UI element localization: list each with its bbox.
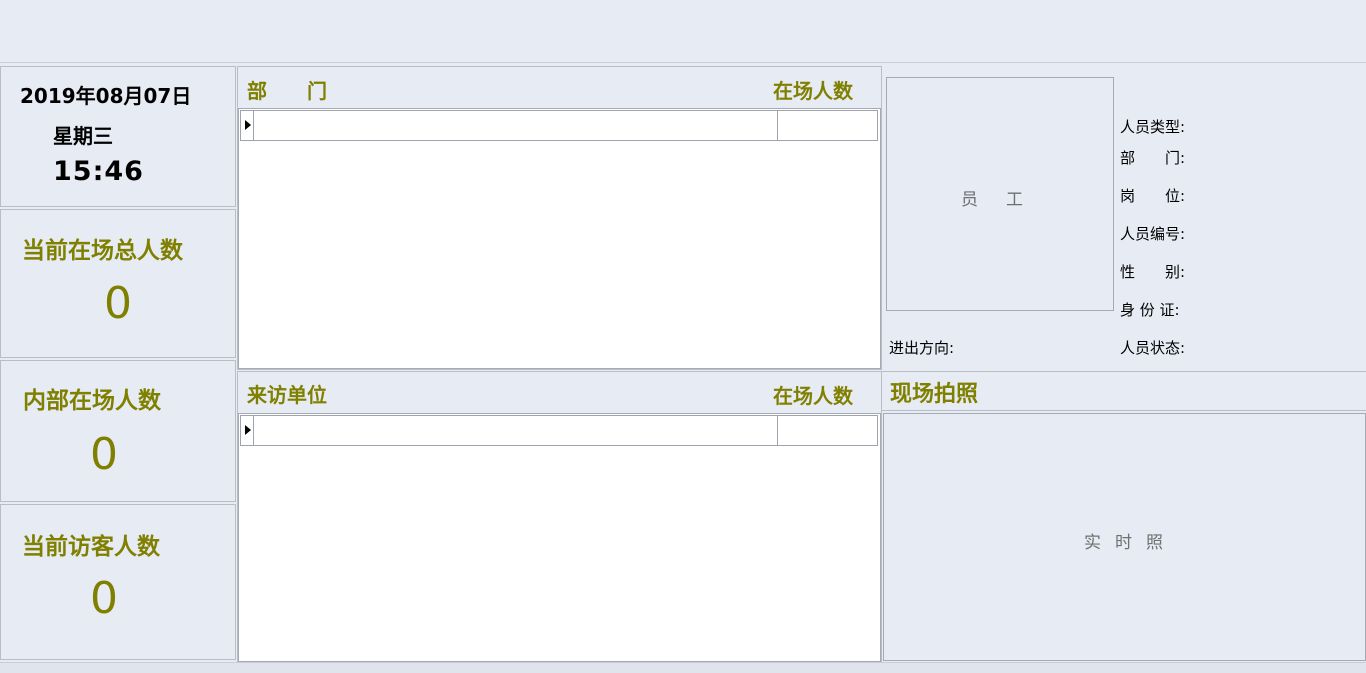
visitor-count-value: 0 <box>90 573 118 624</box>
visitor-count-label: 当前访客人数 <box>22 534 160 560</box>
current-time: 15:46 <box>53 156 144 187</box>
total-count-value: 0 <box>104 278 132 329</box>
current-date: 2019年08月07日 <box>20 84 192 108</box>
visitor-count-header-label: 在场人数 <box>773 384 853 408</box>
position-label: 岗 位: <box>1120 187 1186 205</box>
live-photo-placeholder: 实时照 <box>1084 533 1177 553</box>
employee-photo-placeholder: 员工 <box>961 190 1051 210</box>
visitor-unit-header-label: 来访单位 <box>247 383 327 407</box>
dept-grid[interactable] <box>238 108 881 369</box>
status-label: 人员状态: <box>1120 339 1186 357</box>
id-card-label: 身 份 证: <box>1120 301 1180 319</box>
employee-number-label: 人员编号: <box>1120 225 1186 243</box>
gender-label: 性 别: <box>1120 263 1186 281</box>
column-divider <box>777 416 778 445</box>
department-label: 部 门: <box>1120 149 1186 167</box>
row-indicator <box>241 416 254 445</box>
top-banner <box>0 0 1366 63</box>
visitor-grid[interactable] <box>238 413 881 662</box>
dept-header-label: 部 门 <box>247 79 327 103</box>
internal-count-value: 0 <box>90 429 118 480</box>
current-weekday: 星期三 <box>53 124 113 148</box>
row-pointer-icon <box>245 425 251 435</box>
bottom-strip <box>0 662 1366 673</box>
table-row[interactable] <box>240 415 878 446</box>
live-photo-title: 现场拍照 <box>890 382 979 407</box>
row-pointer-icon <box>245 120 251 130</box>
table-row[interactable] <box>240 110 878 141</box>
row-indicator <box>241 111 254 140</box>
dept-count-header-label: 在场人数 <box>773 79 853 103</box>
column-divider <box>777 111 778 140</box>
person-type-label: 人员类型: <box>1120 118 1186 136</box>
internal-count-label: 内部在场人数 <box>23 388 161 414</box>
total-count-label: 当前在场总人数 <box>22 238 183 264</box>
direction-label: 进出方向: <box>889 339 955 357</box>
